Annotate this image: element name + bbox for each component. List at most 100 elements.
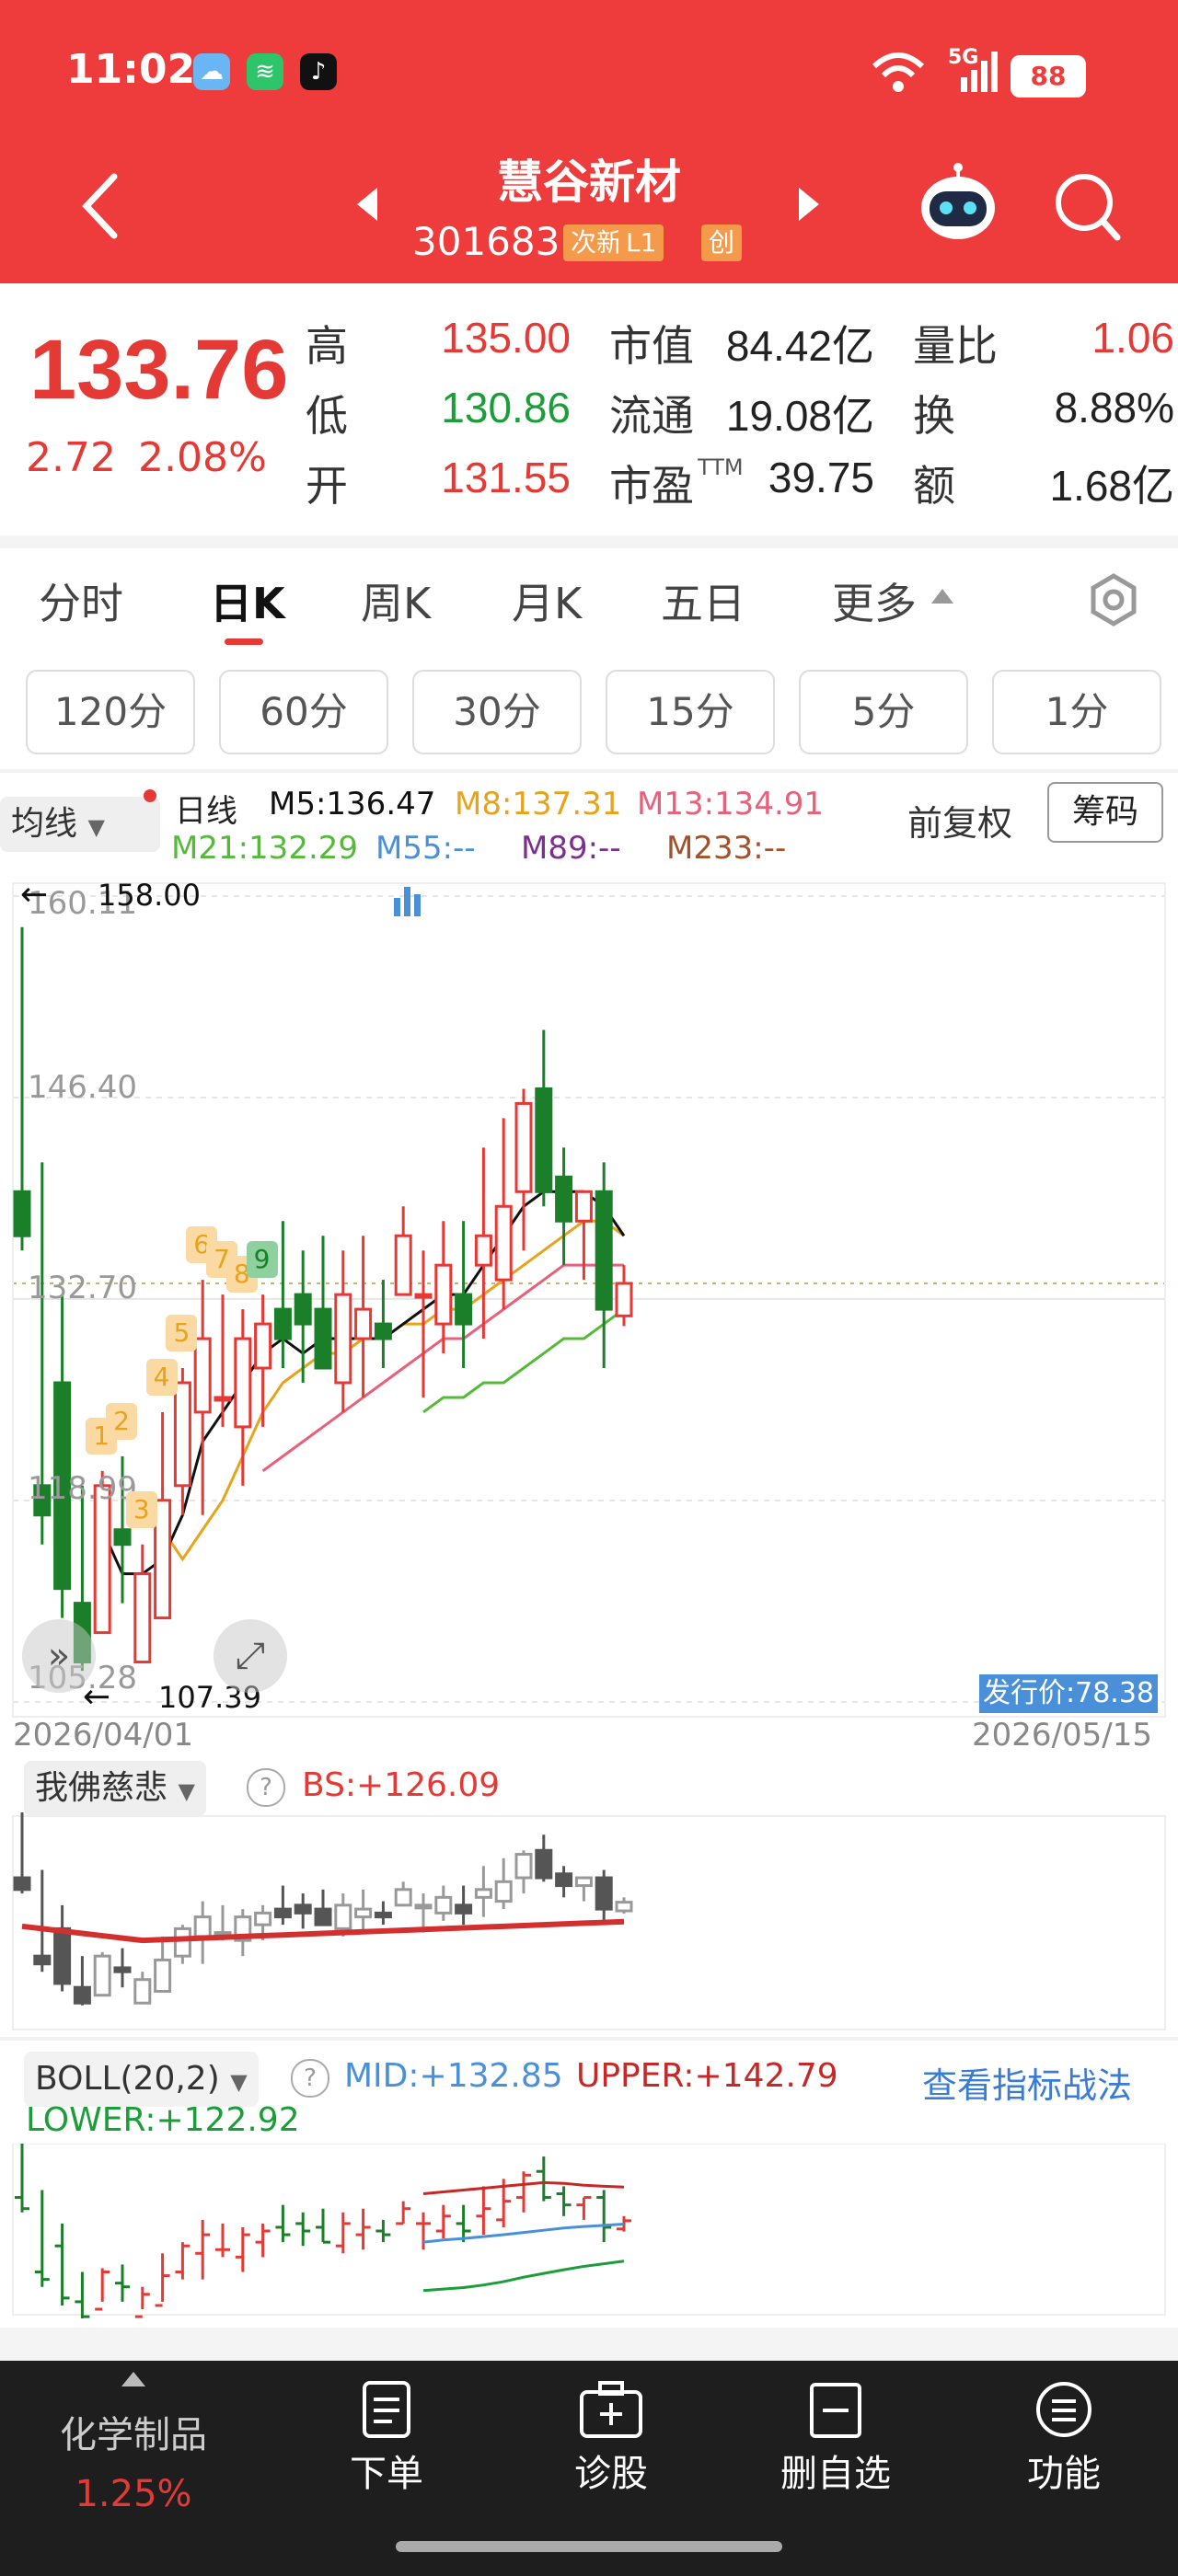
tf-120min[interactable]: 120分: [26, 670, 195, 754]
tab-daily-k[interactable]: 日K: [210, 570, 285, 631]
bs-body: [354, 1907, 373, 1919]
help-icon[interactable]: ?: [291, 2059, 329, 2098]
tf-30min[interactable]: 30分: [412, 670, 582, 754]
td-count: 9: [246, 1241, 278, 1279]
bs-body: [555, 1872, 573, 1888]
tab-weekly-k[interactable]: 周K: [361, 570, 431, 631]
tf-15min[interactable]: 15分: [606, 670, 775, 754]
kline-chart[interactable]: [0, 874, 1178, 1720]
tf-1min[interactable]: 1分: [992, 670, 1161, 754]
ma55-value: M55:--: [375, 830, 476, 867]
tab-five-day[interactable]: 五日: [661, 570, 745, 631]
vol-ratio-label: 量比: [913, 321, 998, 371]
tab-more[interactable]: 更多: [832, 570, 917, 631]
adjust-mode[interactable]: 前复权: [907, 795, 1012, 845]
tf-5min[interactable]: 5分: [799, 670, 968, 754]
candle-body: [555, 1175, 573, 1223]
nav-order[interactable]: 下单: [304, 2379, 469, 2497]
bs-body: [154, 1958, 172, 1993]
candle-body: [294, 1293, 312, 1326]
search-icon[interactable]: [1053, 171, 1123, 245]
medical-kit-icon: [580, 2381, 642, 2438]
candle-body: [374, 1322, 392, 1340]
bs-indicator-chart[interactable]: [0, 1812, 1178, 2033]
settings-hex-icon[interactable]: [1086, 572, 1141, 627]
td-count: 5: [166, 1315, 198, 1351]
bar-chart-icon[interactable]: [392, 883, 423, 918]
bs-body: [173, 1926, 191, 1958]
home-indicator: [396, 2541, 782, 2552]
bs-body: [254, 1911, 272, 1926]
stock-code: 301683: [412, 219, 560, 264]
help-icon[interactable]: ?: [247, 1768, 285, 1807]
td-count: 2: [106, 1402, 137, 1440]
nav-functions-label: 功能: [1027, 2453, 1101, 2495]
nav-diagnose-label: 诊股: [574, 2453, 648, 2495]
chart-frame: [12, 2144, 1166, 2316]
tab-intraday[interactable]: 分时: [39, 570, 123, 631]
nav-remove-watchlist[interactable]: 删自选: [753, 2379, 918, 2497]
bs-body: [133, 1978, 152, 2005]
nav-functions[interactable]: 功能: [981, 2379, 1147, 2497]
live-dot: [144, 789, 156, 802]
expand-sidebar-icon[interactable]: »: [22, 1619, 96, 1693]
candle-body: [193, 1337, 212, 1414]
boll-lower-line: [422, 2260, 625, 2293]
bs-body: [374, 1911, 392, 1919]
candle-body: [434, 1263, 453, 1326]
nav-diagnose[interactable]: 诊股: [528, 2379, 694, 2497]
low-value: 130.86: [441, 384, 571, 431]
indicator-strategy-link[interactable]: 查看指标战法: [922, 2057, 1132, 2108]
turnover-value: 8.88%: [1054, 384, 1174, 431]
caret-up-icon: [931, 589, 953, 604]
fullscreen-icon[interactable]: ⤢: [214, 1619, 287, 1693]
ma5-value: M5:136.47: [269, 786, 436, 822]
boll-mid-line: [422, 2223, 625, 2244]
ma21-line: [422, 1307, 625, 1414]
boll-indicator-chart[interactable]: [0, 2144, 1178, 2318]
next-stock-icon[interactable]: [795, 184, 823, 224]
divider: [0, 2328, 1178, 2361]
candle-body: [514, 1101, 533, 1193]
open-value: 131.55: [441, 454, 571, 501]
bs-body: [455, 1903, 473, 1915]
sector-name[interactable]: 化学制品: [28, 2405, 239, 2458]
mcap-label: 市值: [609, 321, 694, 371]
amount-label: 额: [913, 461, 955, 511]
prev-stock-icon[interactable]: [353, 184, 381, 224]
back-arrow-icon[interactable]: [77, 171, 123, 241]
wifi-icon: [872, 52, 925, 92]
nav-remove-watchlist-label: 删自选: [780, 2453, 891, 2495]
ma-indicator-select[interactable]: 均线 ▼: [0, 797, 160, 852]
bs-body: [13, 1876, 31, 1892]
date-start: 2026/04/01: [13, 1717, 193, 1754]
chart-frame: [12, 882, 1166, 1718]
signal-icon: [961, 52, 998, 92]
candle-body: [234, 1337, 252, 1429]
ma-select-label: 均线: [11, 805, 78, 843]
candle-body: [394, 1234, 412, 1296]
vol-ratio-value: 1.06: [1091, 314, 1174, 362]
line-type-label: 日线: [175, 793, 237, 830]
pe-label: 市盈: [609, 461, 694, 511]
boll-indicator-select[interactable]: BOLL(20,2) ▼: [24, 2052, 259, 2107]
status-time: 11:02: [66, 46, 196, 93]
open-label: 开: [306, 461, 348, 511]
bs-indicator-select[interactable]: 我佛慈悲 ▼: [24, 1761, 206, 1816]
boll-upper-value: UPPER:+142.79: [576, 2057, 838, 2095]
nav-order-label: 下单: [350, 2453, 423, 2495]
chip-distribution-button[interactable]: 筹码: [1047, 782, 1163, 843]
td-count: 4: [145, 1358, 178, 1396]
mcap-value: 84.42亿: [725, 322, 874, 370]
float-value: 19.08亿: [725, 392, 874, 440]
bs-body: [93, 1954, 111, 1997]
bs-body: [334, 1903, 352, 1930]
tab-monthly-k[interactable]: 月K: [512, 570, 582, 631]
td-count: 3: [125, 1490, 157, 1528]
robot-assistant-icon[interactable]: [917, 162, 999, 245]
tag-chuang: 创: [701, 224, 743, 261]
price-tick: 118.99: [28, 1470, 137, 1507]
tf-60min[interactable]: 60分: [219, 670, 388, 754]
minus-square-icon: [810, 2383, 861, 2438]
menu-circle-icon: [1036, 2382, 1091, 2437]
